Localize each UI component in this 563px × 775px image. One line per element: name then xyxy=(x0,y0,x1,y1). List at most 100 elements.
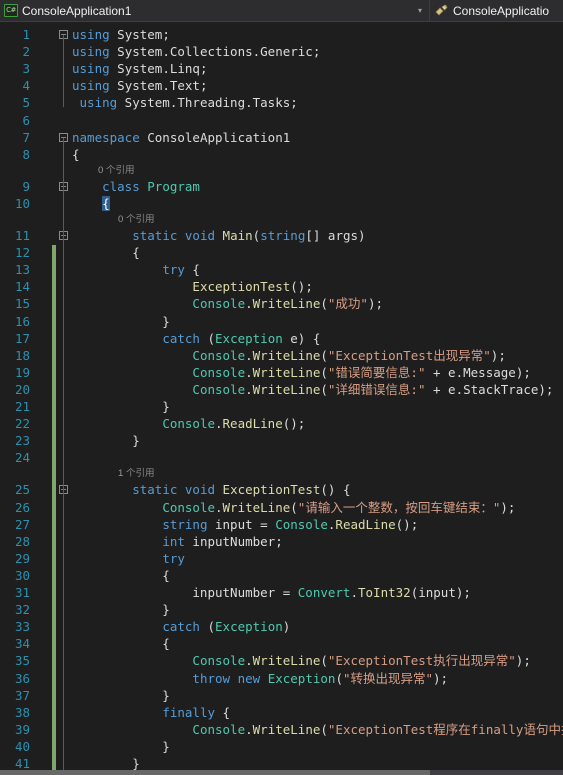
code-line[interactable]: 39 Console.WriteLine("ExceptionTest程序在fi… xyxy=(0,721,563,738)
code-token: using xyxy=(72,95,118,111)
code-line[interactable]: 9− class Program xyxy=(0,178,563,195)
code-line[interactable]: 37 } xyxy=(0,687,563,704)
code-token: WriteLine xyxy=(252,347,321,363)
code-token: (); xyxy=(290,279,313,295)
code-text: Console.WriteLine("成功"); xyxy=(72,295,383,312)
code-line[interactable]: 11− static void Main(string[] args) xyxy=(0,227,563,244)
line-number: 34 xyxy=(14,636,30,652)
code-text: { xyxy=(72,244,140,261)
code-token: e) { xyxy=(282,330,321,346)
code-line[interactable]: 7−namespace ConsoleApplication1 xyxy=(0,129,563,146)
code-text: ExceptionTest(); xyxy=(72,278,313,295)
code-token: { xyxy=(72,146,80,162)
code-text: int inputNumber; xyxy=(72,533,282,550)
code-line[interactable]: 32 } xyxy=(0,601,563,618)
code-text: Console.WriteLine("请输入一个整数，按回车键结束："); xyxy=(72,499,515,516)
line-number: 33 xyxy=(14,619,30,635)
code-token: ReadLine xyxy=(222,416,283,432)
code-token: { xyxy=(102,195,110,211)
code-line[interactable]: 36 throw new Exception("转换出现异常"); xyxy=(0,670,563,687)
code-line[interactable]: 23 } xyxy=(0,432,563,449)
line-number: 38 xyxy=(14,704,30,720)
code-line[interactable]: 13 try { xyxy=(0,261,563,278)
chevron-down-icon[interactable]: ▾ xyxy=(413,0,427,22)
line-number: 2 xyxy=(22,44,30,60)
code-text: Console.WriteLine("错误简要信息:" + e.Message)… xyxy=(72,364,530,381)
code-token: WriteLine xyxy=(252,364,321,380)
code-line[interactable]: 10 { xyxy=(0,195,563,212)
code-line[interactable]: 26 Console.WriteLine("请输入一个整数，按回车键结束："); xyxy=(0,499,563,516)
line-number: 7 xyxy=(22,129,30,145)
member-dropdown[interactable]: ConsoleApplicatio xyxy=(430,0,563,21)
code-line[interactable]: 20 Console.WriteLine("详细错误信息:" + e.Stack… xyxy=(0,381,563,398)
code-token: ConsoleApplication1 xyxy=(139,129,291,145)
code-token: catch xyxy=(162,619,200,635)
line-number: 28 xyxy=(14,533,30,549)
codelens-reference-count[interactable]: 0 个引用 xyxy=(98,163,134,178)
code-token: + e. xyxy=(425,364,464,380)
code-line[interactable]: 33 catch (Exception) xyxy=(0,618,563,635)
code-line[interactable]: 12 { xyxy=(0,244,563,261)
code-token: ( xyxy=(320,296,328,312)
codelens-reference-count[interactable]: 0 个引用 xyxy=(118,212,154,227)
code-token: "成功" xyxy=(327,296,368,312)
code-line[interactable]: 27 string input = Console.ReadLine(); xyxy=(0,516,563,533)
code-line[interactable]: 29 try xyxy=(0,550,563,567)
code-line[interactable]: 2 using System.Collections.Generic; xyxy=(0,43,563,60)
code-line[interactable]: 8{ xyxy=(0,146,563,163)
code-line[interactable]: 24 xyxy=(0,449,563,466)
code-line[interactable]: 16 } xyxy=(0,313,563,330)
code-line[interactable]: 21 } xyxy=(0,398,563,415)
code-line[interactable]: 6 xyxy=(0,112,563,129)
code-text: Console.WriteLine("ExceptionTest执行出现异常")… xyxy=(72,652,530,669)
code-token: () { xyxy=(320,482,351,498)
code-line[interactable]: 15 Console.WriteLine("成功"); xyxy=(0,295,563,312)
code-text: Console.WriteLine("ExceptionTest出现异常"); xyxy=(72,347,506,364)
code-line[interactable]: 35 Console.WriteLine("ExceptionTest执行出现异… xyxy=(0,652,563,669)
code-token: "ExceptionTest执行出现异常" xyxy=(327,653,516,669)
type-dropdown[interactable]: C# ConsoleApplication1 ▾ xyxy=(0,0,430,21)
code-line[interactable]: 38 finally { xyxy=(0,704,563,721)
code-token: ( xyxy=(335,670,343,686)
code-line[interactable]: 28 int inputNumber; xyxy=(0,533,563,550)
code-line[interactable]: 31 inputNumber = Convert.ToInt32(input); xyxy=(0,584,563,601)
code-line[interactable]: 3 using System.Linq; xyxy=(0,60,563,77)
code-token: { xyxy=(184,262,200,278)
horizontal-scrollbar[interactable] xyxy=(0,770,563,775)
code-line[interactable]: 17 catch (Exception e) { xyxy=(0,330,563,347)
code-token: using xyxy=(72,44,110,60)
code-line[interactable]: 14 ExceptionTest(); xyxy=(0,278,563,295)
code-line[interactable]: 25− static void ExceptionTest() { xyxy=(0,481,563,498)
line-number: 12 xyxy=(14,245,30,261)
code-line[interactable]: 1−using System; xyxy=(0,26,563,43)
code-text: { xyxy=(72,195,110,212)
code-token: + e. xyxy=(425,381,464,397)
code-line[interactable]: 18 Console.WriteLine("ExceptionTest出现异常"… xyxy=(0,347,563,364)
line-number: 23 xyxy=(14,433,30,449)
code-token: ); xyxy=(490,347,506,363)
code-token: . xyxy=(350,585,358,600)
code-editor-surface[interactable]: 1−using System;2 using System.Collections… xyxy=(0,22,563,775)
code-line[interactable]: 22 Console.ReadLine(); xyxy=(0,415,563,432)
code-text: Console.ReadLine(); xyxy=(72,415,305,432)
code-token: . xyxy=(245,347,253,363)
code-token: void xyxy=(184,228,216,243)
code-line[interactable]: 5 using System.Threading.Tasks; xyxy=(0,94,563,111)
code-text: } xyxy=(72,601,170,618)
code-line[interactable]: 4 using System.Text; xyxy=(0,77,563,94)
code-line[interactable]: 30 { xyxy=(0,567,563,584)
line-number: 29 xyxy=(14,550,30,566)
code-line[interactable]: 19 Console.WriteLine("错误简要信息:" + e.Messa… xyxy=(0,364,563,381)
horizontal-scrollbar-thumb[interactable] xyxy=(0,770,430,775)
code-line[interactable]: 34 { xyxy=(0,635,563,652)
code-token: . xyxy=(245,364,253,380)
codelens-reference-count[interactable]: 1 个引用 xyxy=(118,466,154,481)
code-line[interactable]: 40 } xyxy=(0,738,563,755)
